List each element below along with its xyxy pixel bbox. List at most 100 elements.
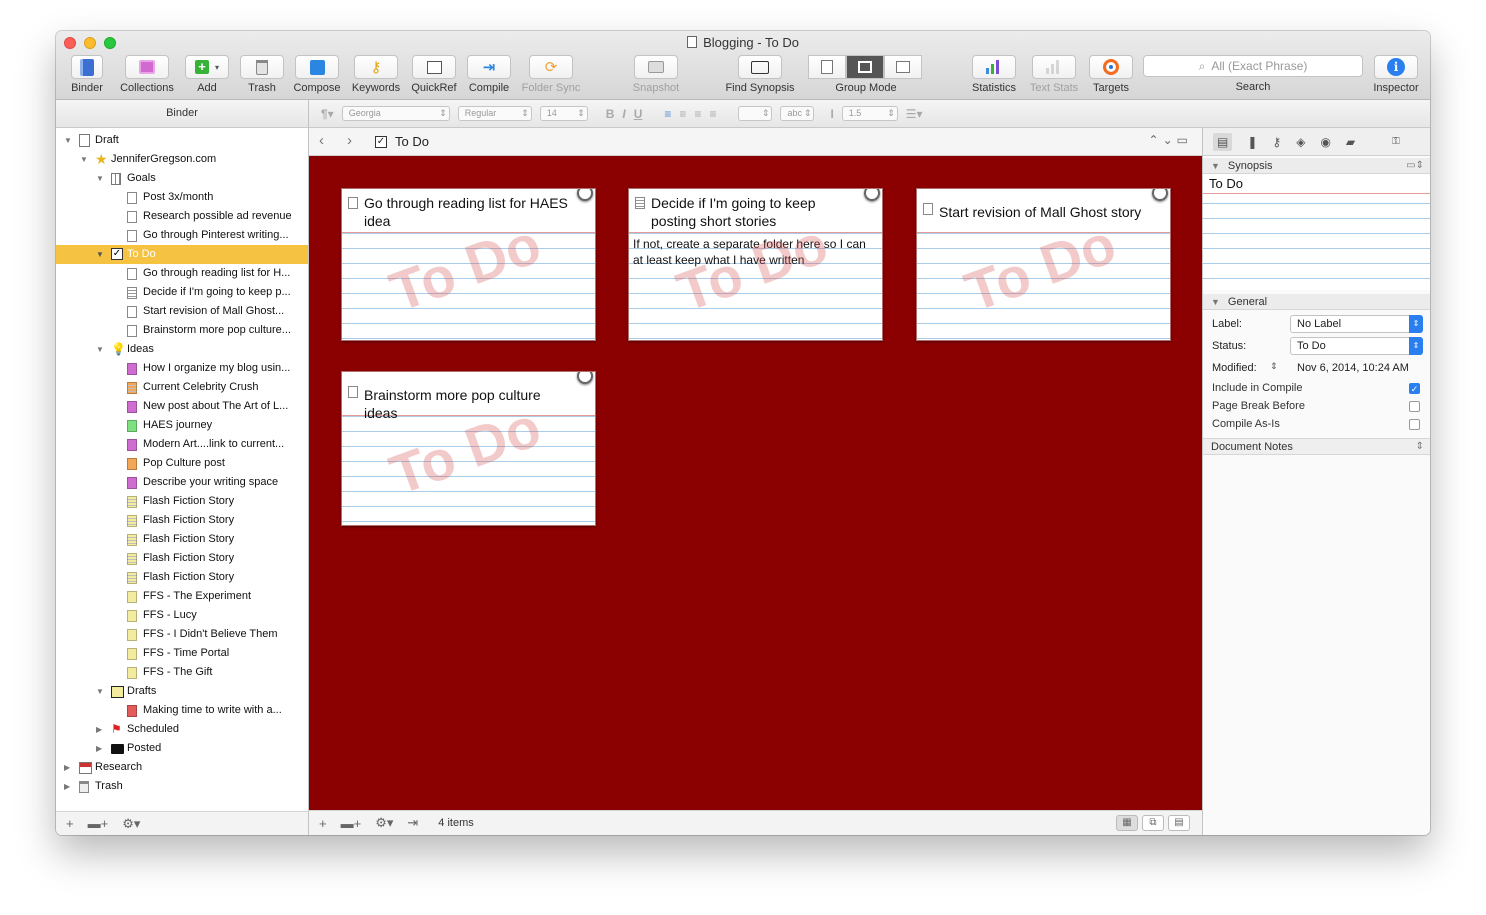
camera-tab-icon[interactable]: ◉ — [1320, 135, 1330, 149]
status-select[interactable]: To Do ⇕ — [1290, 337, 1423, 355]
index-card[interactable]: Decide if I'm going to keep posting shor… — [628, 188, 883, 341]
tag-tab-icon[interactable]: ◈ — [1296, 135, 1305, 149]
binder-item[interactable]: Start revision of Mall Ghost... — [56, 302, 308, 321]
add-icon[interactable]: + — [319, 816, 327, 831]
card-title[interactable]: Go through reading list for HAES idea — [364, 194, 577, 230]
binder-item[interactable]: FFS - The Experiment — [56, 587, 308, 606]
outliner-mode-button[interactable] — [884, 55, 922, 79]
binder-toolbar-button[interactable]: Binder — [66, 55, 108, 94]
add-icon[interactable]: + — [66, 816, 74, 831]
disclosure-down-icon[interactable]: ▼ — [96, 169, 104, 188]
binder-item[interactable]: HAES journey — [56, 416, 308, 435]
binder-item[interactable]: Modern Art....link to current... — [56, 435, 308, 454]
index-card[interactable]: Brainstorm more pop culture ideas To Do — [341, 371, 596, 526]
targets-toolbar-button[interactable]: Targets — [1088, 55, 1134, 94]
compose-toolbar-button[interactable]: Compose — [292, 55, 342, 94]
disclosure-right-icon[interactable]: ▶ — [96, 739, 102, 758]
search-input[interactable]: ⌕ All (Exact Phrase) — [1143, 55, 1363, 77]
font-family-select[interactable]: Georgia — [341, 106, 450, 121]
disclosure-triangle-icon[interactable]: ▼ — [1211, 161, 1220, 171]
binder-item[interactable]: New post about The Art of L... — [56, 397, 308, 416]
binder-item[interactable]: ▶ Trash — [56, 777, 308, 796]
disclosure-down-icon[interactable]: ▼ — [96, 340, 104, 359]
binder-item[interactable]: ▼ ★ JenniferGregson.com — [56, 150, 308, 169]
paragraph-style-icon[interactable]: ¶▾ — [321, 107, 334, 121]
chevron-updown-icon[interactable]: ⇕ — [1416, 439, 1424, 455]
inspector-toolbar-button[interactable]: i Inspector — [1370, 55, 1422, 94]
synopsis-card[interactable]: To Do — [1203, 174, 1430, 290]
bookmark-tab-icon[interactable]: ❚ — [1247, 135, 1257, 149]
disclosure-down-icon[interactable]: ▼ — [80, 150, 88, 169]
text-stats-toolbar-button[interactable]: Text Stats — [1026, 55, 1082, 94]
corkboard-mode-button[interactable] — [846, 55, 884, 79]
synopsis-header[interactable]: ▼ Synopsis ▭⇕ — [1203, 158, 1430, 174]
page-break-before-row[interactable]: Page Break Before — [1203, 398, 1430, 416]
disclosure-right-icon[interactable]: ▶ — [64, 758, 70, 777]
binder-item[interactable]: Flash Fiction Story — [56, 549, 308, 568]
add-toolbar-button[interactable]: + ▾ Add — [184, 55, 230, 94]
lock-icon[interactable]: ⚿ — [1392, 136, 1400, 147]
binder-item[interactable]: Making time to write with a... — [56, 701, 308, 720]
line-spacing-select[interactable]: 1.5 — [841, 106, 898, 121]
editor-header-controls[interactable]: ⌃⌄▭ — [1149, 133, 1192, 147]
include-in-compile-row[interactable]: Include in Compile ✓ — [1203, 380, 1430, 398]
binder-item[interactable]: ▶ Posted — [56, 739, 308, 758]
binder-item[interactable]: Flash Fiction Story — [56, 492, 308, 511]
disclosure-down-icon[interactable]: ▼ — [64, 131, 72, 150]
add-folder-icon[interactable]: ▬+ — [88, 816, 109, 831]
binder-item[interactable]: Post 3x/month — [56, 188, 308, 207]
underline-icon[interactable]: U — [634, 107, 643, 121]
binder-item[interactable]: ▼ ✓ To Do — [56, 245, 308, 264]
quickref-toolbar-button[interactable]: QuickRef — [410, 55, 458, 94]
page-break-before-checkbox[interactable] — [1409, 401, 1420, 412]
include-in-compile-checkbox[interactable]: ✓ — [1409, 383, 1420, 394]
binder-item[interactable]: Flash Fiction Story — [56, 530, 308, 549]
italic-icon[interactable]: I — [622, 107, 625, 121]
disclosure-down-icon[interactable]: ▼ — [96, 245, 104, 264]
disclosure-right-icon[interactable]: ▶ — [64, 777, 70, 796]
binder-item[interactable]: ▼ Goals — [56, 169, 308, 188]
compile-as-is-row[interactable]: Compile As-Is — [1203, 416, 1430, 434]
notes-tab-icon[interactable]: ▤ — [1213, 132, 1233, 151]
align-center-icon[interactable]: ≡ — [679, 107, 686, 121]
binder-item[interactable]: Flash Fiction Story — [56, 568, 308, 587]
align-right-icon[interactable]: ≡ — [694, 107, 701, 121]
synopsis-text[interactable]: To Do — [1203, 174, 1430, 194]
gear-icon[interactable]: ⚙▾ — [375, 815, 393, 831]
binder-item[interactable]: Pop Culture post — [56, 454, 308, 473]
add-folder-icon[interactable]: ▬+ — [341, 816, 362, 831]
binder-item[interactable]: ▼ Draft — [56, 131, 308, 150]
index-card[interactable]: Start revision of Mall Ghost story To Do — [916, 188, 1171, 341]
disclosure-right-icon[interactable]: ▶ — [96, 720, 102, 739]
list-icon[interactable]: ☰▾ — [906, 107, 923, 121]
label-select[interactable]: No Label ⇕ — [1290, 315, 1423, 333]
index-card[interactable]: Go through reading list for HAES idea To… — [341, 188, 596, 341]
binder-item[interactable]: Current Celebrity Crush — [56, 378, 308, 397]
bold-icon[interactable]: B — [606, 107, 615, 121]
binder-item[interactable]: FFS - I Didn't Believe Them — [56, 625, 308, 644]
binder-item[interactable]: Go through reading list for H... — [56, 264, 308, 283]
document-notes-header[interactable]: Document Notes ⇕ — [1203, 438, 1430, 455]
binder-item[interactable]: Flash Fiction Story — [56, 511, 308, 530]
card-size-icon[interactable]: ▤ — [1168, 815, 1190, 831]
binder-item[interactable]: Brainstorm more pop culture... — [56, 321, 308, 340]
compile-as-is-checkbox[interactable] — [1409, 419, 1420, 430]
synopsis-options-icon[interactable]: ▭⇕ — [1406, 158, 1424, 174]
back-arrow-icon[interactable]: ‹ — [319, 132, 324, 149]
binder-item[interactable]: ▶ Research — [56, 758, 308, 777]
binder-item[interactable]: Describe your writing space — [56, 473, 308, 492]
text-color-select[interactable] — [738, 106, 773, 121]
gear-icon[interactable]: ⚙▾ — [122, 816, 140, 832]
snapshot-toolbar-button[interactable]: Snapshot — [626, 55, 686, 94]
collections-toolbar-button[interactable]: Collections — [116, 55, 178, 94]
disclosure-down-icon[interactable]: ▼ — [96, 682, 104, 701]
binder-item[interactable]: ▼ 💡 Ideas — [56, 340, 308, 359]
general-header[interactable]: ▼ General — [1203, 294, 1430, 310]
binder-item[interactable]: Research possible ad revenue — [56, 207, 308, 226]
align-left-icon[interactable]: ≡ — [664, 107, 671, 121]
forward-arrow-icon[interactable]: › — [347, 132, 352, 149]
binder-item[interactable]: FFS - The Gift — [56, 663, 308, 682]
key-tab-icon[interactable]: ⚷ — [1272, 135, 1281, 149]
binder-item[interactable]: FFS - Lucy — [56, 606, 308, 625]
card-title[interactable]: Start revision of Mall Ghost story — [939, 203, 1152, 221]
